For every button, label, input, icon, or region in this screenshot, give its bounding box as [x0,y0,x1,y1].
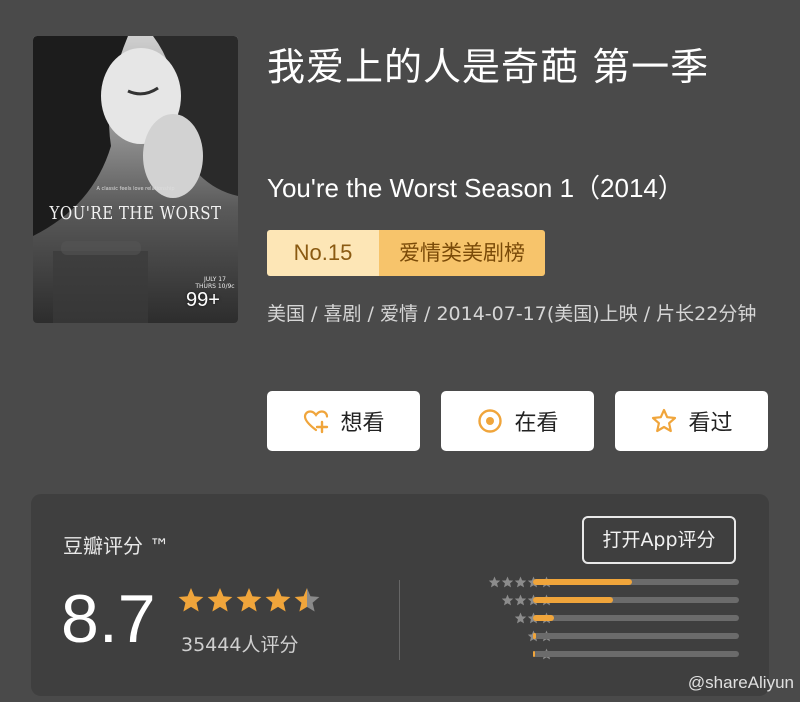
rank-list-name: 爱情类美剧榜 [379,230,545,276]
poster-release-date: JULY 17 [204,276,226,283]
star-outline-icon [652,408,677,433]
rating-count: 35444人评分 [181,634,299,656]
show-meta: 美国 / 喜剧 / 爱情 / 2014-07-17(美国)上映 / 片长22分钟 [267,303,757,325]
rating-star [294,588,320,612]
watched-button[interactable]: 看过 [615,391,768,451]
distribution-bar [533,615,739,621]
rating-card: 豆瓣评分 ™ 打开App评分 8.7 35444人评分 [31,494,769,696]
distribution-bar-fill [533,651,535,657]
watching-button[interactable]: 在看 [441,391,594,451]
rating-star [207,588,233,612]
rating-label: 豆瓣评分 ™ [63,534,170,558]
rating-star [178,588,204,612]
watching-label: 在看 [514,411,559,436]
rating-score: 8.7 [61,581,156,657]
distribution-bar-fill [533,615,554,621]
heart-plus-icon [304,410,329,434]
want-to-watch-button[interactable]: 想看 [267,391,420,451]
poster-tagline: A classic feels love relationship [96,186,175,192]
target-icon [478,409,503,433]
open-app-rate-button[interactable]: 打开App评分 [582,516,736,564]
want-to-watch-label: 想看 [340,411,385,436]
distribution-bar [533,651,739,657]
ranking-tag[interactable]: No.15 爱情类美剧榜 [267,230,545,276]
poster-release: JULY 17 THURS 10/9c [195,276,235,290]
original-title: You're the Worst Season 1（2014） [267,173,684,203]
distribution-bar [533,633,739,639]
rating-stars [178,588,320,612]
watched-label: 看过 [688,411,733,436]
page-title: 我爱上的人是奇葩 第一季 [267,45,710,89]
distribution-bar-fill [533,597,613,603]
divider [399,580,400,660]
distribution-bar [533,579,739,585]
poster-title: YOU'RE THE WORST [49,202,222,224]
rating-star [265,588,291,612]
rank-number: No.15 [267,230,379,276]
distribution-bar [533,597,739,603]
rating-star [236,588,262,612]
distribution-bar-fill [533,579,632,585]
distribution-bar-fill [533,633,536,639]
poster-image[interactable]: A classic feels love relationship YOU'RE… [33,36,238,323]
photo-count-badge: 99+ [186,289,220,311]
watermark: @shareAliyun [687,673,794,692]
